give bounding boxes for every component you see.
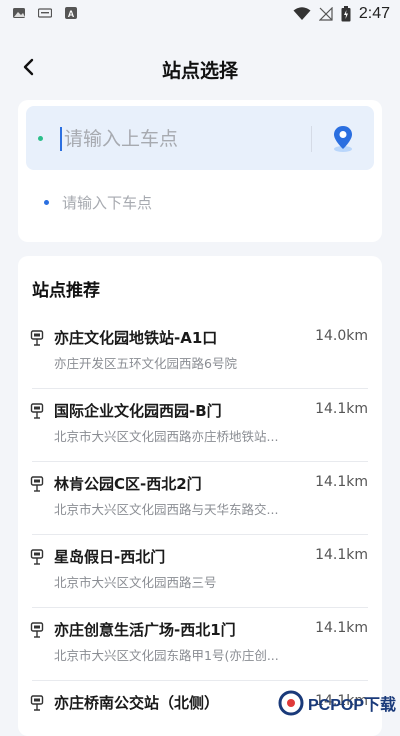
station-distance: 14.1km [315, 620, 368, 636]
bus-stop-icon [30, 549, 44, 565]
wifi-icon [293, 7, 311, 20]
station-address: 北京市大兴区文化园西路亦庄桥地铁站... [54, 429, 279, 444]
page-title: 站点选择 [161, 60, 238, 82]
recommend-title: 站点推荐 [32, 281, 100, 301]
dropoff-row[interactable] [26, 178, 374, 224]
pickup-dot-icon [38, 136, 43, 141]
station-address: 亦庄开发区五环文化园西路6号院 [54, 356, 237, 371]
station-item[interactable]: 亦庄文化园地铁站-A1口 14.0km 亦庄开发区五环文化园西路6号院 [18, 316, 382, 389]
station-distance: 14.1km [315, 474, 368, 490]
dropoff-dot-icon [44, 200, 49, 205]
bus-stop-icon [30, 403, 44, 419]
station-name: 林肯公园C区-西北2门 [54, 475, 202, 493]
station-distance: 14.1km [315, 547, 368, 563]
pickup-input[interactable] [62, 122, 306, 156]
station-name: 亦庄桥南公交站（北侧） [54, 694, 220, 712]
keyboard-icon [38, 8, 52, 18]
station-list: 亦庄文化园地铁站-A1口 14.0km 亦庄开发区五环文化园西路6号院 国际企业… [18, 316, 382, 736]
header: 站点选择 [0, 50, 400, 86]
station-item[interactable]: 林肯公园C区-西北2门 14.1km 北京市大兴区文化园西路与天华东路交... [18, 462, 382, 535]
station-name: 国际企业文化园西园-B门 [54, 402, 222, 420]
station-item[interactable]: 国际企业文化园西园-B门 14.1km 北京市大兴区文化园西路亦庄桥地铁站... [18, 389, 382, 462]
bus-stop-icon [30, 330, 44, 346]
battery-charging-icon [341, 6, 351, 22]
font-icon: A [65, 7, 77, 19]
pickup-row[interactable] [26, 106, 374, 170]
watermark: PCPOP下载 [278, 690, 396, 716]
station-item[interactable]: 亦庄创意生活广场-西北1门 14.1km 北京市大兴区文化园东路甲1号(亦庄创.… [18, 608, 382, 681]
clock-time: 2:47 [358, 5, 390, 22]
station-name: 亦庄创意生活广场-西北1门 [54, 621, 236, 639]
station-name: 亦庄文化园地铁站-A1口 [54, 329, 218, 347]
pcpop-logo-icon [278, 690, 304, 716]
dropoff-input[interactable] [60, 188, 344, 218]
no-signal-icon [318, 7, 333, 21]
station-address: 北京市大兴区文化园西路与天华东路交... [54, 502, 279, 517]
bus-stop-icon [30, 695, 44, 711]
map-pin-icon[interactable] [326, 122, 360, 156]
station-distance: 14.1km [315, 401, 368, 417]
gallery-icon [13, 8, 25, 18]
station-address: 北京市大兴区文化园西路三号 [54, 575, 217, 590]
station-item[interactable]: 星岛假日-西北门 14.1km 北京市大兴区文化园西路三号 [18, 535, 382, 608]
route-card [18, 100, 382, 242]
svg-text:A: A [68, 9, 75, 19]
watermark-text: PCPOP下载 [307, 697, 396, 714]
bus-stop-icon [30, 476, 44, 492]
recommend-card: 站点推荐 亦庄文化园地铁站-A1口 14.0km 亦庄开发区五环文化园西路6号院… [18, 256, 382, 736]
station-distance: 14.0km [315, 328, 368, 344]
status-bar: A 2:47 [0, 0, 400, 28]
station-name: 星岛假日-西北门 [54, 548, 166, 566]
divider [311, 126, 312, 152]
station-address: 北京市大兴区文化园东路甲1号(亦庄创... [54, 648, 279, 663]
bus-stop-icon [30, 622, 44, 638]
